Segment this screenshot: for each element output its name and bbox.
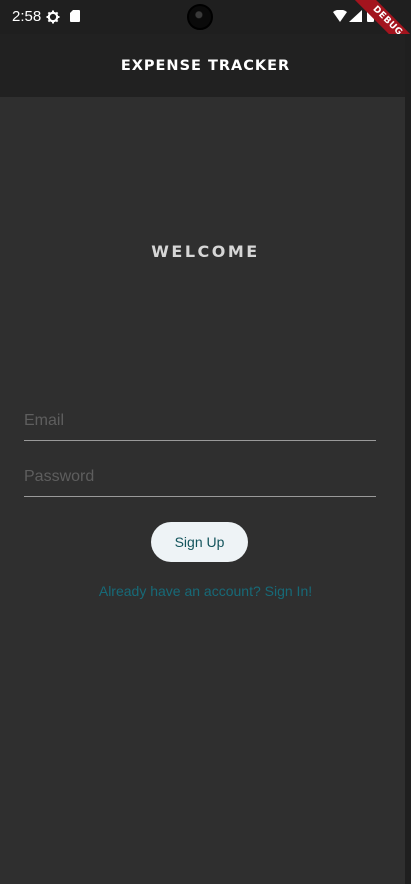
email-input[interactable]	[24, 397, 376, 440]
battery-icon	[367, 8, 374, 22]
window-edge	[405, 34, 411, 884]
screen: 2:58 DEBUG EXPENSE TRACKER WELCOME Email…	[0, 0, 411, 884]
sign-up-button[interactable]: Sign Up	[151, 522, 248, 562]
password-input[interactable]	[24, 453, 376, 496]
signal-icon	[349, 10, 362, 22]
sign-in-link[interactable]: Already have an account? Sign In!	[0, 583, 411, 599]
gear-icon	[46, 10, 60, 24]
app-title: EXPENSE TRACKER	[120, 57, 291, 74]
camera-cutout	[187, 4, 213, 30]
status-time: 2:58	[12, 8, 42, 25]
welcome-heading: WELCOME	[151, 242, 260, 261]
wifi-icon	[333, 10, 347, 22]
password-field[interactable]	[24, 453, 376, 497]
sd-card-icon	[70, 10, 80, 22]
app-bar: EXPENSE TRACKER	[0, 34, 411, 97]
email-field[interactable]	[24, 397, 376, 441]
status-bar: 2:58 DEBUG	[0, 0, 411, 60]
